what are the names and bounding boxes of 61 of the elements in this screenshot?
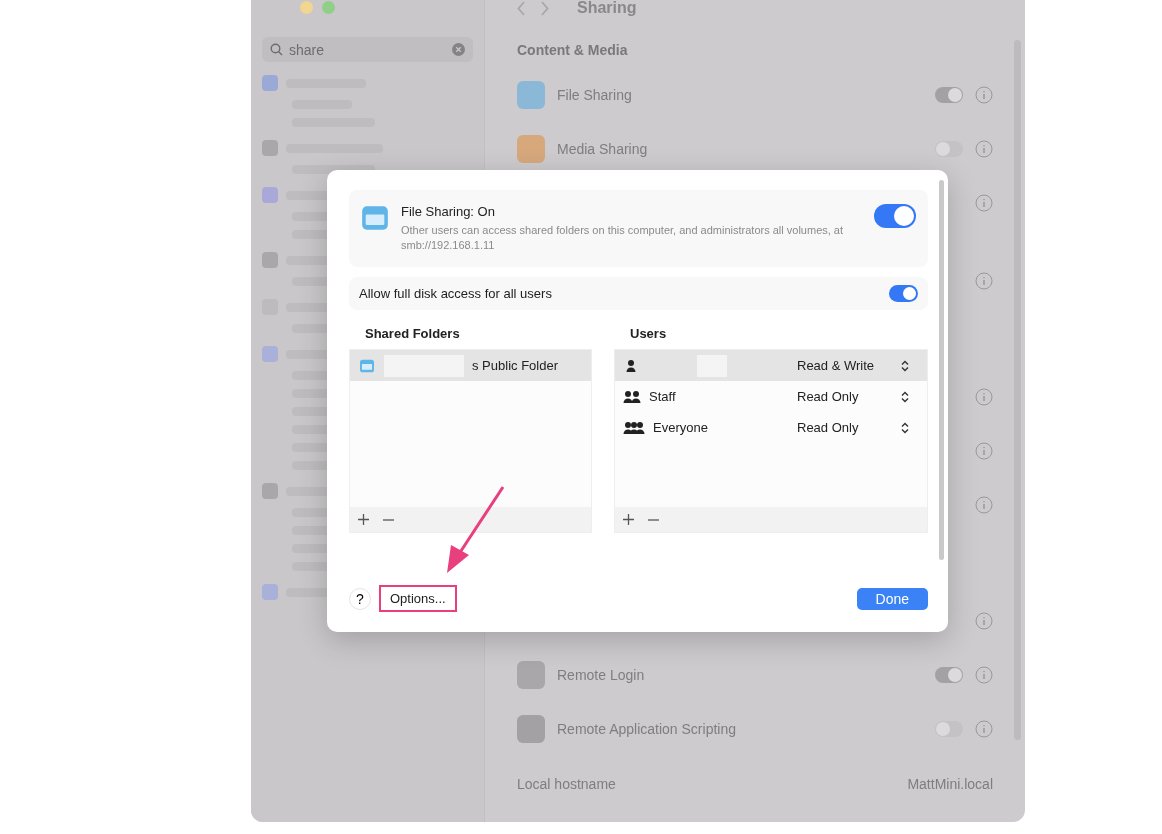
people-icon <box>623 389 641 404</box>
column-heading: Users <box>629 325 668 343</box>
hostname-value: MattMini.local <box>907 776 993 792</box>
info-icon[interactable] <box>975 496 993 514</box>
user-row[interactable]: Everyone Read Only <box>615 412 927 443</box>
toggle-switch[interactable] <box>935 87 963 103</box>
toggle-switch[interactable] <box>935 141 963 157</box>
app-icon <box>517 81 545 109</box>
info-icon[interactable] <box>975 388 993 406</box>
remove-button[interactable] <box>383 518 394 521</box>
toggle-switch[interactable] <box>889 285 918 302</box>
app-icon <box>517 135 545 163</box>
people-icon <box>623 420 645 435</box>
description-text: Other users can access shared folders on this computer, and administrators all volumes, at smb://192.168.1.11 <box>401 223 845 253</box>
app-icon <box>517 715 545 743</box>
toggle-switch[interactable] <box>935 721 963 737</box>
access-popup[interactable]: Read & Write <box>797 358 919 373</box>
folder-row[interactable]: s Public Folder <box>350 350 591 381</box>
remove-button[interactable] <box>648 518 659 521</box>
options-button[interactable]: Options... <box>379 585 457 612</box>
info-icon[interactable] <box>975 442 993 460</box>
user-row[interactable]: Staff Read Only <box>615 381 927 412</box>
column-heading: Shared Folders <box>364 325 461 343</box>
info-icon[interactable] <box>975 272 993 290</box>
updown-icon <box>901 421 909 434</box>
clear-icon[interactable] <box>452 43 465 56</box>
info-icon[interactable] <box>975 666 993 684</box>
dialog-title: File Sharing: On <box>401 204 496 219</box>
scrollbar[interactable] <box>939 180 944 560</box>
window-title: Sharing <box>577 0 637 17</box>
forward-icon[interactable] <box>540 0 549 16</box>
hostname-label: Local hostname <box>517 776 616 792</box>
setting-label: File Sharing <box>557 87 632 103</box>
updown-icon <box>901 390 909 403</box>
add-button[interactable] <box>623 514 634 525</box>
done-button[interactable]: Done <box>856 587 928 610</box>
info-icon[interactable] <box>975 86 993 104</box>
setting-label: Remote Login <box>557 667 645 683</box>
help-button[interactable]: ? <box>349 587 371 610</box>
toggle-switch[interactable] <box>935 667 963 683</box>
setting-label: Media Sharing <box>557 141 648 157</box>
window-control-button[interactable] <box>300 1 313 14</box>
add-button[interactable] <box>358 514 369 525</box>
folder-icon <box>358 358 376 373</box>
updown-icon <box>901 359 909 372</box>
access-popup[interactable]: Read Only <box>797 389 919 404</box>
info-icon[interactable] <box>975 612 993 630</box>
section-heading: Content & Media <box>517 42 629 58</box>
app-icon <box>517 661 545 689</box>
info-icon[interactable] <box>975 140 993 158</box>
toggle-switch[interactable] <box>874 204 916 228</box>
folder-icon <box>361 204 389 232</box>
option-label: Allow full disk access for all users <box>359 286 552 301</box>
search-icon <box>270 43 283 56</box>
info-icon[interactable] <box>975 720 993 738</box>
window-control-button[interactable] <box>322 1 335 14</box>
setting-label: Remote Application Scripting <box>557 721 736 737</box>
user-row[interactable]: Read & Write <box>615 350 927 381</box>
access-popup[interactable]: Read Only <box>797 420 919 435</box>
info-icon[interactable] <box>975 194 993 212</box>
back-icon[interactable] <box>517 0 526 16</box>
